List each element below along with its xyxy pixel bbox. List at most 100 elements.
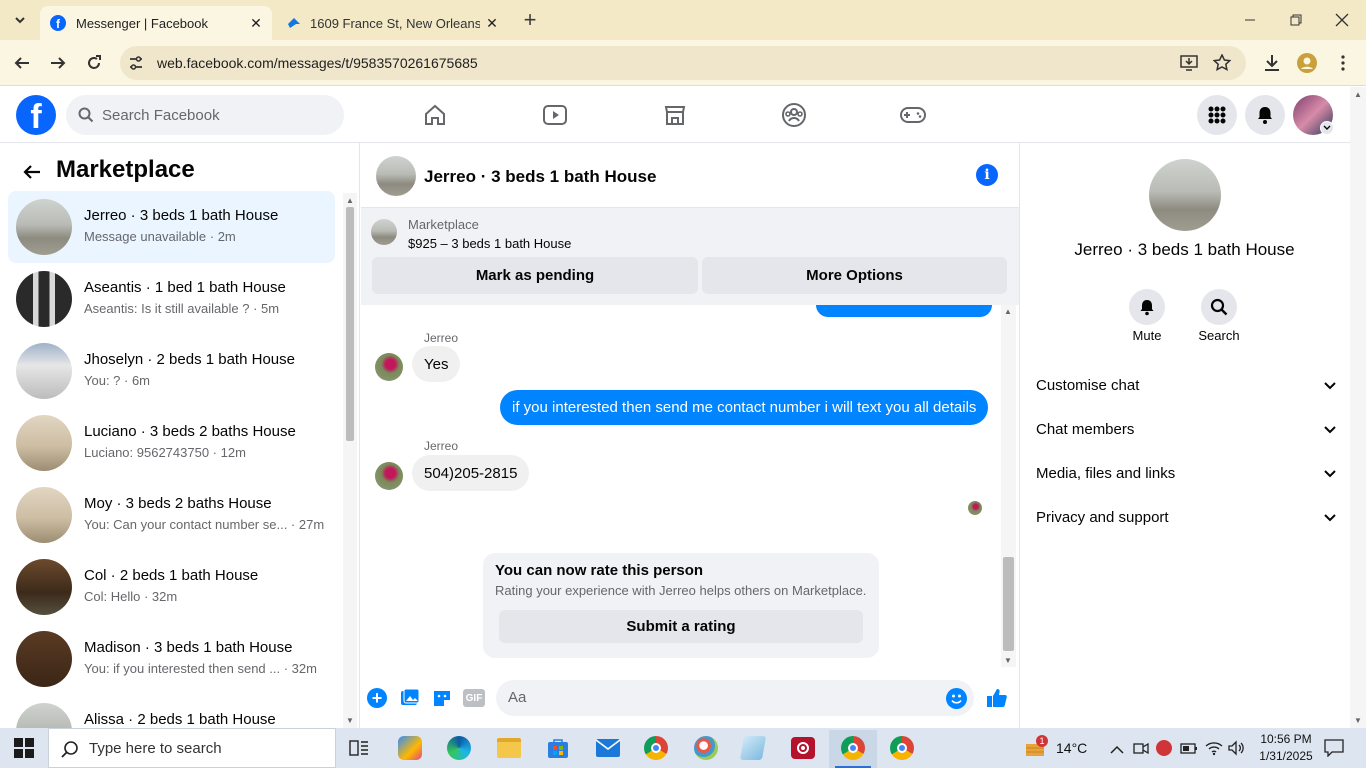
gif-icon[interactable]: GIF xyxy=(463,689,485,707)
windows-start-icon[interactable] xyxy=(7,732,41,764)
install-app-icon[interactable] xyxy=(1177,51,1201,75)
media-files-links-section[interactable]: Media, files and links xyxy=(1036,461,1336,485)
facebook-search-input[interactable]: Search Facebook xyxy=(66,95,344,135)
bell-icon xyxy=(1138,298,1156,316)
listing-thumbnail xyxy=(16,343,72,399)
conversation-item[interactable]: Alissa · 2 beds 1 bath House xyxy=(8,695,335,728)
browser-menu-icon[interactable] xyxy=(1331,51,1355,75)
chat-title[interactable]: Jerreo · 3 beds 1 bath House xyxy=(424,167,656,187)
back-icon[interactable] xyxy=(10,51,34,75)
search-in-chat-button[interactable] xyxy=(1201,289,1237,325)
notification-center-icon[interactable] xyxy=(1324,739,1344,758)
restore-icon[interactable] xyxy=(1284,8,1308,32)
task-view-icon[interactable] xyxy=(348,738,370,758)
paint-icon[interactable] xyxy=(694,736,718,760)
weather-icon[interactable]: 1 xyxy=(1024,735,1048,758)
windows-search-box[interactable]: Type here to search xyxy=(48,728,336,768)
info-icon[interactable]: i xyxy=(976,164,998,186)
clock-time[interactable]: 10:56 PM xyxy=(1255,732,1317,746)
page-scrollbar[interactable]: ▲ ▼ xyxy=(1350,87,1366,728)
conversation-name: Alissa · 2 beds 1 bath House xyxy=(84,711,276,728)
file-explorer-icon[interactable] xyxy=(497,738,521,758)
message-sender: Jerreo xyxy=(424,439,459,453)
marketplace-icon[interactable] xyxy=(661,101,689,129)
screen-recorder-icon[interactable] xyxy=(791,737,815,759)
more-options-button[interactable]: More Options xyxy=(702,257,1007,294)
microsoft-store-icon[interactable] xyxy=(546,736,570,760)
tab-zillow[interactable]: 1609 France St, New Orleans, LA ✕ xyxy=(272,6,508,40)
details-avatar[interactable] xyxy=(1149,159,1221,231)
weather-temp[interactable]: 14°C xyxy=(1056,740,1087,756)
chrome-profile-icon[interactable] xyxy=(890,736,914,760)
copilot-icon[interactable] xyxy=(398,736,422,760)
sender-avatar[interactable] xyxy=(375,462,403,490)
tray-app-icon[interactable] xyxy=(1156,740,1172,756)
add-attachment-icon[interactable]: + xyxy=(367,688,387,708)
notifications-bell-icon[interactable] xyxy=(1245,95,1285,135)
message-sender: Jerreo xyxy=(424,331,459,345)
close-tab-icon[interactable]: ✕ xyxy=(248,15,264,31)
bookmark-star-icon[interactable] xyxy=(1210,51,1234,75)
chat-members-section[interactable]: Chat members xyxy=(1036,417,1336,441)
sticker-icon[interactable] xyxy=(432,688,452,708)
message-bubble-incoming[interactable]: 504)205-2815 xyxy=(412,455,530,491)
facebook-logo-icon[interactable]: f xyxy=(16,95,56,135)
home-icon[interactable] xyxy=(421,101,449,129)
new-tab-icon[interactable]: + xyxy=(518,7,542,32)
conversation-item[interactable]: Aseantis · 1 bed 1 bath House Aseantis: … xyxy=(8,263,335,335)
conversation-item[interactable]: Madison · 3 beds 1 bath House You: if yo… xyxy=(8,623,335,695)
menu-grid-icon[interactable] xyxy=(1197,95,1237,135)
forward-icon[interactable] xyxy=(46,51,70,75)
conversation-preview: You: ? · 6m xyxy=(84,373,151,388)
notepad-icon[interactable] xyxy=(739,736,767,760)
thumbs-up-icon[interactable] xyxy=(985,686,1009,710)
conversation-item[interactable]: Jhoselyn · 2 beds 1 bath House You: ? · … xyxy=(8,335,335,407)
chat-scrollbar[interactable]: ▲ ▼ xyxy=(1001,305,1016,667)
conversation-item[interactable]: Luciano · 3 beds 2 baths House Luciano: … xyxy=(8,407,335,479)
clock-date[interactable]: 1/31/2025 xyxy=(1255,749,1317,763)
volume-icon[interactable] xyxy=(1227,740,1245,756)
message-bubble-outgoing[interactable]: if you interested then send me contact n… xyxy=(500,390,989,425)
close-window-icon[interactable] xyxy=(1330,8,1354,32)
chrome-active-icon[interactable] xyxy=(829,730,877,768)
tab-search-icon[interactable] xyxy=(8,8,32,32)
gaming-icon[interactable] xyxy=(899,101,927,129)
conversation-item[interactable]: Col · 2 beds 1 bath House Col: Hello · 3… xyxy=(8,551,335,623)
message-bubble-incoming[interactable]: Yes xyxy=(412,346,461,382)
show-hidden-icons-icon[interactable] xyxy=(1110,742,1124,754)
back-arrow-icon[interactable] xyxy=(20,160,44,184)
chrome-icon[interactable] xyxy=(644,736,668,760)
mark-as-pending-button[interactable]: Mark as pending xyxy=(372,257,698,294)
conversation-item[interactable]: Jerreo · 3 beds 1 bath House Message una… xyxy=(8,191,335,263)
battery-icon[interactable] xyxy=(1180,741,1198,755)
submit-rating-button[interactable]: Submit a rating xyxy=(499,610,863,643)
privacy-support-section[interactable]: Privacy and support xyxy=(1036,505,1336,529)
emoji-icon[interactable] xyxy=(946,688,967,709)
tab-messenger[interactable]: f Messenger | Facebook ✕ xyxy=(40,6,272,40)
reload-icon[interactable] xyxy=(82,51,106,75)
close-tab-icon[interactable]: ✕ xyxy=(484,15,500,31)
listing-banner-price[interactable]: $925 – 3 beds 1 bath House xyxy=(408,236,571,251)
wifi-icon[interactable] xyxy=(1205,740,1223,756)
minimize-icon[interactable] xyxy=(1238,8,1262,32)
customise-chat-section[interactable]: Customise chat xyxy=(1036,373,1336,397)
conversations-scrollbar[interactable]: ▲ ▼ xyxy=(343,193,357,728)
chevron-down-icon xyxy=(1324,509,1336,526)
site-info-icon[interactable] xyxy=(124,51,148,75)
video-icon[interactable] xyxy=(541,101,569,129)
mute-button[interactable] xyxy=(1129,289,1165,325)
groups-icon[interactable] xyxy=(780,101,808,129)
sender-avatar[interactable] xyxy=(375,353,403,381)
url-text[interactable]: web.facebook.com/messages/t/958357026167… xyxy=(157,55,478,71)
conversation-item[interactable]: Moy · 3 beds 2 baths House You: Can your… xyxy=(8,479,335,551)
profile-icon[interactable] xyxy=(1295,51,1319,75)
downloads-icon[interactable] xyxy=(1260,51,1284,75)
meet-now-icon[interactable] xyxy=(1133,740,1149,756)
edge-icon[interactable] xyxy=(447,736,471,760)
account-chevron-icon[interactable] xyxy=(1320,121,1334,135)
chat-avatar[interactable] xyxy=(376,156,416,196)
message-input[interactable]: Aa xyxy=(496,680,974,716)
listing-thumbnail xyxy=(16,631,72,687)
mail-icon[interactable] xyxy=(595,738,621,758)
photo-icon[interactable] xyxy=(400,688,420,708)
